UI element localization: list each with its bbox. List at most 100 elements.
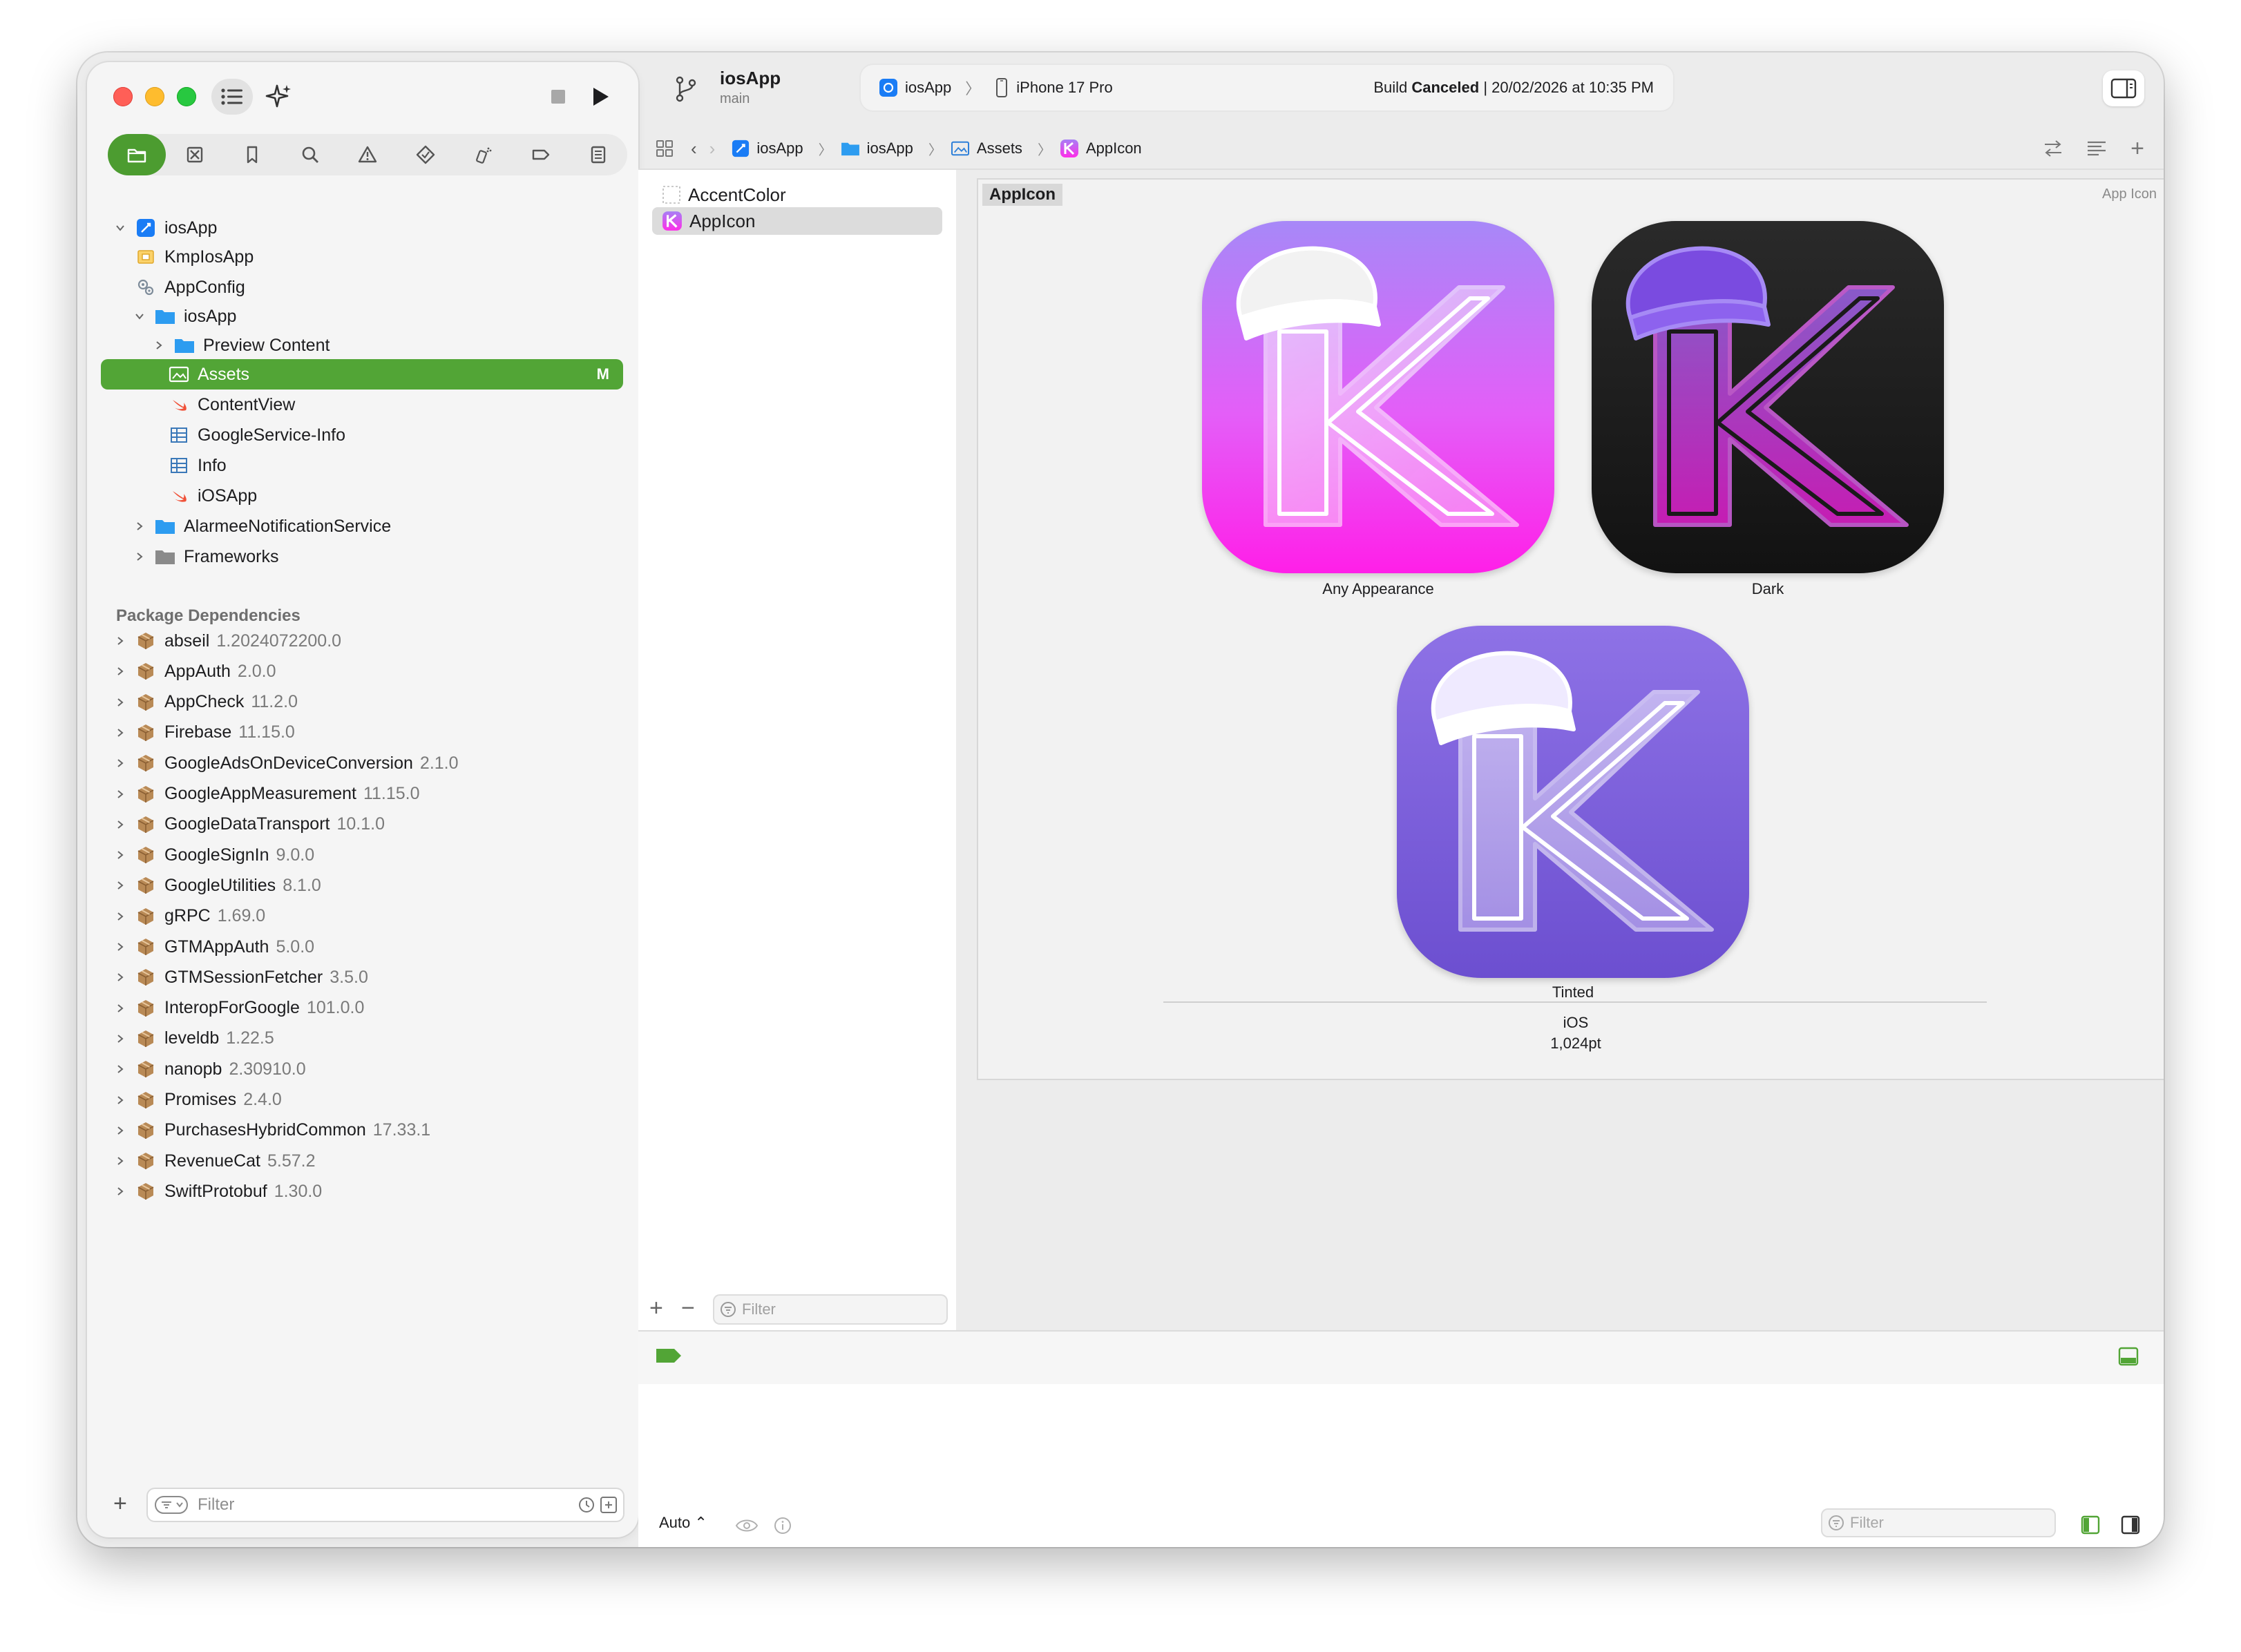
recent-files-icon[interactable] <box>578 1496 595 1514</box>
tree-item-preview-content[interactable]: Preview Content <box>152 330 330 361</box>
chevron-right-icon[interactable] <box>113 726 127 740</box>
project-name[interactable]: iosApp <box>720 68 781 89</box>
branch-name[interactable]: main <box>720 91 750 107</box>
tab-project-navigator[interactable] <box>108 134 166 175</box>
source-control-filter-icon[interactable] <box>600 1496 618 1514</box>
tree-item-iosapp-group[interactable]: iosApp <box>133 301 236 332</box>
package-item[interactable]: Firebase 11.15.0 <box>113 718 295 748</box>
chevron-right-icon[interactable] <box>113 818 127 832</box>
tab-issue-navigator[interactable] <box>339 134 397 175</box>
package-item[interactable]: GoogleAppMeasurement 11.15.0 <box>113 779 420 809</box>
toggle-inspector-button[interactable] <box>2103 70 2144 106</box>
asset-item-accentcolor[interactable]: AccentColor <box>652 181 942 209</box>
chevron-right-icon[interactable] <box>152 338 166 352</box>
chevron-right-icon[interactable] <box>113 787 127 801</box>
chevron-right-icon[interactable] <box>113 634 127 648</box>
tree-item-project[interactable]: iosApp <box>113 213 217 243</box>
package-item[interactable]: abseil 1.2024072200.0 <box>113 626 341 656</box>
stop-button[interactable] <box>543 79 573 115</box>
package-item[interactable]: InteropForGoogle 101.0.0 <box>113 993 364 1024</box>
chevron-right-icon[interactable] <box>113 1154 127 1168</box>
chevron-right-icon[interactable] <box>113 664 127 678</box>
tree-item-alarmee[interactable]: AlarmeeNotificationService <box>133 511 391 541</box>
icon-well-tinted[interactable] <box>1397 626 1749 978</box>
chevron-down-icon[interactable] <box>113 221 127 235</box>
chevron-right-icon[interactable] <box>113 756 127 770</box>
tab-debug-navigator[interactable] <box>455 134 513 175</box>
chevron-right-icon[interactable] <box>113 940 127 954</box>
chevron-right-icon[interactable] <box>133 519 146 533</box>
add-asset-icon[interactable]: + <box>649 1295 663 1322</box>
add-icon[interactable]: + <box>113 1490 127 1517</box>
chevron-right-icon[interactable] <box>113 1184 127 1198</box>
asset-item-appicon[interactable]: AppIcon <box>652 207 942 235</box>
package-item[interactable]: PurchasesHybridCommon 17.33.1 <box>113 1115 430 1146</box>
icon-well-any-appearance[interactable] <box>1202 221 1554 573</box>
navigator-filter[interactable]: Filter <box>146 1488 624 1522</box>
package-item[interactable]: AppCheck 11.2.0 <box>113 687 298 718</box>
tab-source-control-navigator[interactable] <box>166 134 224 175</box>
chevron-down-icon[interactable] <box>133 309 146 323</box>
chevron-right-icon[interactable] <box>113 1001 127 1015</box>
breadcrumb-group[interactable]: iosApp <box>841 140 913 157</box>
tree-item-contentview[interactable]: ContentView <box>169 390 295 420</box>
chevron-right-icon[interactable] <box>113 1062 127 1076</box>
tab-find-navigator[interactable] <box>281 134 339 175</box>
chevron-right-icon[interactable] <box>113 1124 127 1137</box>
minimize-window-button[interactable] <box>145 87 164 106</box>
icon-well-dark[interactable] <box>1592 221 1944 573</box>
chevron-right-icon[interactable] <box>113 970 127 984</box>
console-filter[interactable]: Filter <box>1821 1508 2056 1537</box>
add-editor-icon[interactable]: + <box>2130 135 2144 162</box>
package-item[interactable]: GoogleUtilities 8.1.0 <box>113 870 321 901</box>
tab-report-navigator[interactable] <box>570 134 628 175</box>
package-item[interactable]: GTMSessionFetcher 3.5.0 <box>113 962 368 992</box>
breadcrumb-assets[interactable]: Assets <box>951 140 1022 157</box>
tree-item-appconfig[interactable]: AppConfig <box>135 272 245 302</box>
package-item[interactable]: GoogleSignIn 9.0.0 <box>113 840 314 870</box>
chevron-right-icon[interactable] <box>133 550 146 564</box>
tree-item-frameworks[interactable]: Frameworks <box>133 541 279 572</box>
tab-test-navigator[interactable] <box>397 134 455 175</box>
info-icon[interactable] <box>774 1517 792 1535</box>
package-item[interactable]: AppAuth 2.0.0 <box>113 656 276 686</box>
console-view-toggle-icon[interactable] <box>2121 1515 2140 1535</box>
forward-icon[interactable]: › <box>709 138 716 160</box>
package-item[interactable]: SwiftProtobuf 1.30.0 <box>113 1176 322 1207</box>
related-items-icon[interactable] <box>655 139 674 158</box>
tree-item-info[interactable]: Info <box>169 450 227 481</box>
chevron-right-icon[interactable] <box>113 848 127 862</box>
package-item[interactable]: RevenueCat 5.57.2 <box>113 1146 316 1176</box>
run-button[interactable] <box>584 79 618 115</box>
package-item[interactable]: nanopb 2.30910.0 <box>113 1054 306 1084</box>
chevron-right-icon[interactable] <box>113 1032 127 1046</box>
swap-editor-icon[interactable] <box>2042 139 2064 158</box>
breakpoint-toggle-icon[interactable] <box>655 1347 683 1365</box>
package-item[interactable]: GoogleAdsOnDeviceConversion 2.1.0 <box>113 748 459 778</box>
coding-intelligence-button[interactable] <box>260 79 297 115</box>
breadcrumb-project[interactable]: iosApp <box>732 140 803 157</box>
close-window-button[interactable] <box>113 87 133 106</box>
chevron-right-icon[interactable] <box>113 695 127 709</box>
variables-view-toggle-icon[interactable] <box>2081 1515 2100 1535</box>
chevron-right-icon[interactable] <box>113 910 127 923</box>
package-item[interactable]: leveldb 1.22.5 <box>113 1024 274 1054</box>
package-item[interactable]: gRPC 1.69.0 <box>113 901 265 932</box>
asset-filter[interactable]: Filter <box>713 1294 948 1325</box>
eye-icon[interactable] <box>735 1517 759 1535</box>
toggle-navigator-button[interactable] <box>211 79 253 115</box>
package-item[interactable]: Promises 2.4.0 <box>113 1085 282 1115</box>
scheme-selector[interactable]: iosApp <box>905 79 951 97</box>
editor-options-icon[interactable] <box>2086 140 2107 157</box>
tree-item-googleservice-info[interactable]: GoogleService-Info <box>169 420 345 450</box>
chevron-right-icon[interactable] <box>113 1093 127 1107</box>
tree-item-assets[interactable]: Assets M <box>101 359 623 390</box>
zoom-window-button[interactable] <box>177 87 196 106</box>
package-item[interactable]: GoogleDataTransport 10.1.0 <box>113 809 385 840</box>
remove-asset-icon[interactable]: − <box>681 1295 695 1322</box>
toggle-debug-area-icon[interactable] <box>2118 1347 2139 1366</box>
console-mode-selector[interactable]: Auto ⌃ <box>659 1514 707 1532</box>
tab-bookmark-navigator[interactable] <box>224 134 282 175</box>
tree-item-kmpiosapp[interactable]: KmpIosApp <box>135 242 254 272</box>
tree-item-iosapp-swift[interactable]: iOSApp <box>169 481 257 511</box>
